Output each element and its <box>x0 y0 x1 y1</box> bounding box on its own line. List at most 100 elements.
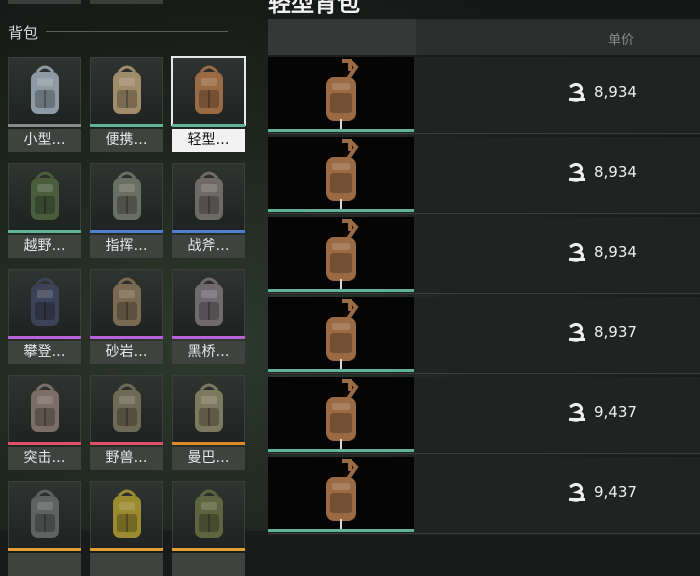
listing-row[interactable]: 8,934 <box>268 217 700 295</box>
section-divider <box>46 31 228 32</box>
row-divider <box>268 453 700 454</box>
item-label: 战斧… <box>172 235 245 258</box>
listing-row[interactable]: 9,437 <box>268 377 700 455</box>
backpack-item[interactable]: 曼巴… <box>172 375 245 470</box>
item-label <box>90 553 163 576</box>
rarity-bar <box>268 289 414 292</box>
backpack-item[interactable] <box>8 481 81 576</box>
item-thumbnail <box>8 57 81 125</box>
backpack-item[interactable]: 突击… <box>8 375 81 470</box>
rarity-stripe <box>8 230 81 233</box>
backpack-item[interactable]: 便携… <box>90 57 163 152</box>
rarity-stripe <box>90 336 163 339</box>
backpack-icon <box>31 65 59 114</box>
sling-backpack-icon <box>326 459 359 529</box>
top-tab-button[interactable] <box>90 0 163 4</box>
item-label: 砂岩… <box>90 341 163 364</box>
rarity-stripe <box>8 336 81 339</box>
item-label <box>8 553 81 576</box>
rarity-bar <box>268 369 414 372</box>
listing-image <box>268 297 414 369</box>
listing-image <box>268 377 414 449</box>
backpack-icon <box>113 171 141 220</box>
backpack-item[interactable]: 越野… <box>8 163 81 258</box>
backpack-item[interactable]: 野兽… <box>90 375 163 470</box>
item-label: 指挥… <box>90 235 163 258</box>
item-label: 轻型… <box>172 129 245 152</box>
backpack-item[interactable]: 小型… <box>8 57 81 152</box>
item-label: 黑桥… <box>172 341 245 364</box>
item-thumbnail <box>90 163 163 231</box>
backpack-icon <box>113 383 141 432</box>
rarity-stripe <box>8 548 81 551</box>
backpack-item[interactable]: 指挥… <box>90 163 163 258</box>
coin-icon <box>569 163 585 182</box>
item-label: 野兽… <box>90 447 163 470</box>
backpack-item[interactable] <box>90 481 163 576</box>
item-label: 攀登… <box>8 341 81 364</box>
backpack-icon <box>195 171 223 220</box>
row-divider <box>268 133 700 134</box>
rarity-stripe <box>172 442 245 445</box>
price-value: 8,937 <box>594 323 637 341</box>
item-thumbnail <box>8 375 81 443</box>
listing-row[interactable]: 8,934 <box>268 57 700 135</box>
price-value: 8,934 <box>594 163 637 181</box>
sling-backpack-icon <box>326 139 359 209</box>
backpack-icon <box>31 489 59 538</box>
backpack-icon <box>113 65 141 114</box>
listing-image <box>268 57 414 129</box>
rarity-stripe <box>172 336 245 339</box>
backpack-item[interactable]: 黑桥… <box>172 269 245 364</box>
sling-backpack-icon <box>326 219 359 289</box>
backpack-icon <box>195 383 223 432</box>
sling-backpack-icon <box>326 299 359 369</box>
item-label: 曼巴… <box>172 447 245 470</box>
item-thumbnail <box>171 56 246 126</box>
rarity-stripe <box>90 230 163 233</box>
item-thumbnail <box>90 375 163 443</box>
listing-header: 单价 <box>268 19 700 55</box>
item-thumbnail <box>8 269 81 337</box>
backpack-item[interactable]: 战斧… <box>172 163 245 258</box>
item-label: 越野… <box>8 235 81 258</box>
item-label <box>172 553 245 576</box>
rarity-stripe <box>172 124 245 127</box>
backpack-item[interactable]: 攀登… <box>8 269 81 364</box>
listing-image <box>268 137 414 209</box>
rarity-bar <box>268 449 414 452</box>
section-title: 背包 <box>8 24 39 42</box>
sling-backpack-icon <box>326 59 359 129</box>
backpack-item[interactable]: 砂岩… <box>90 269 163 364</box>
unit-price-header: 单价 <box>608 33 635 48</box>
item-thumbnail <box>8 163 81 231</box>
backpack-item[interactable]: 轻型… <box>171 56 246 152</box>
item-thumbnail <box>172 481 245 549</box>
top-tab-button[interactable] <box>8 0 81 4</box>
item-thumbnail <box>8 481 81 549</box>
listing-row[interactable]: 8,937 <box>268 297 700 375</box>
backpack-icon <box>113 277 141 326</box>
row-divider <box>268 213 700 214</box>
listing-row[interactable]: 8,934 <box>268 137 700 215</box>
backpack-icon <box>31 277 59 326</box>
sling-backpack-icon <box>326 379 359 449</box>
item-thumbnail <box>172 269 245 337</box>
item-label: 小型… <box>8 129 81 152</box>
price-value: 8,934 <box>594 243 637 261</box>
coin-icon <box>569 323 585 342</box>
coin-icon <box>569 403 585 422</box>
row-divider <box>268 293 700 294</box>
rarity-bar <box>268 209 414 212</box>
rarity-stripe <box>172 548 245 551</box>
rarity-stripe <box>90 548 163 551</box>
price-value: 9,437 <box>594 483 637 501</box>
header-image-column <box>268 19 416 55</box>
backpack-item[interactable] <box>172 481 245 576</box>
item-thumbnail <box>172 163 245 231</box>
backpack-icon <box>113 489 141 538</box>
listing-row[interactable]: 9,437 <box>268 457 700 535</box>
coin-icon <box>569 243 585 262</box>
item-thumbnail <box>90 481 163 549</box>
item-thumbnail <box>172 375 245 443</box>
